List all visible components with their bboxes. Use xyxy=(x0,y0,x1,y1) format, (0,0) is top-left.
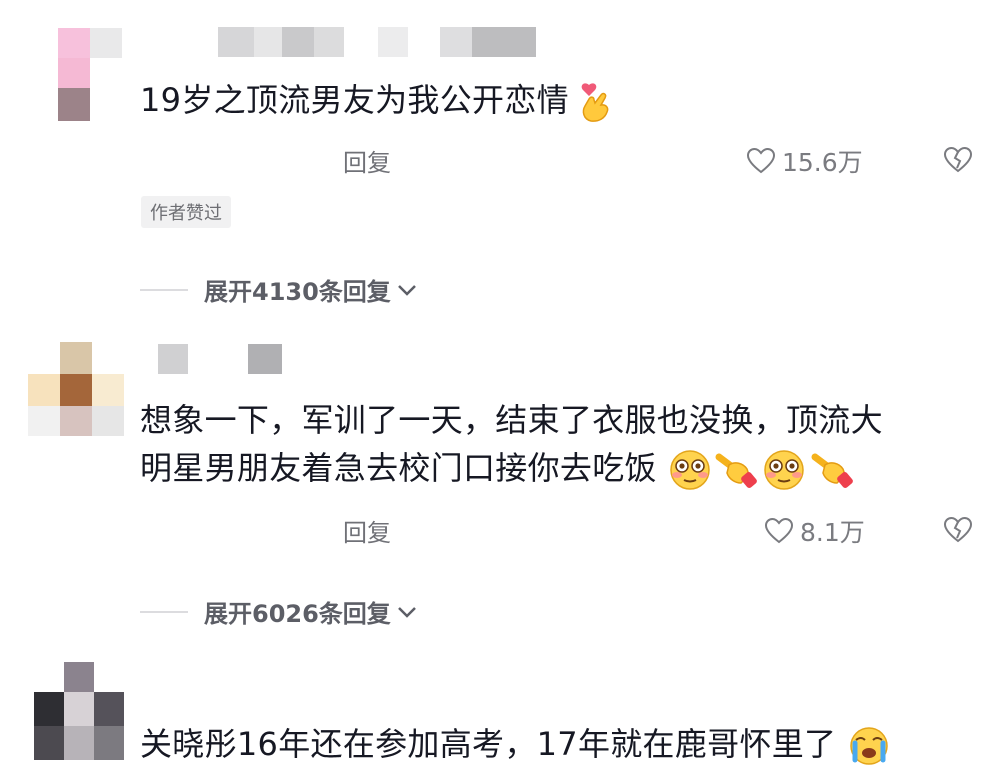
finger-heart-emoji xyxy=(582,83,609,122)
flushed-face-emoji xyxy=(670,450,711,490)
expand-replies-label: 展开4130条回复 xyxy=(204,278,391,306)
divider xyxy=(140,610,188,613)
pointing-hand-emoji xyxy=(715,453,758,488)
broken-heart-icon[interactable] xyxy=(943,146,973,174)
author-liked-badge: 作者赞过 xyxy=(141,196,231,228)
chevron-down-icon xyxy=(397,606,416,618)
expand-replies-label: 展开6026条回复 xyxy=(204,600,391,628)
username[interactable] xyxy=(158,342,288,376)
like-count: 15.6万 xyxy=(782,148,863,177)
avatar[interactable] xyxy=(34,662,126,762)
comment-text: 19岁之顶流男友为我公开恋情 xyxy=(140,78,613,123)
username[interactable] xyxy=(218,27,538,57)
broken-heart-icon[interactable] xyxy=(943,516,973,544)
reply-button[interactable]: 回复 xyxy=(343,513,391,548)
heart-outline-icon xyxy=(746,147,776,174)
heart-outline-icon xyxy=(764,517,794,544)
comment-text-line1: 想象一下，军训了一天，结束了衣服也没换，顶流大 xyxy=(140,401,883,439)
like-button[interactable]: 8.1万 xyxy=(764,513,865,549)
flushed-face-emoji xyxy=(764,450,805,490)
comment-text: 关晓彤16年还在参加高考，17年就在鹿哥怀里了 xyxy=(140,722,891,767)
divider xyxy=(140,288,188,291)
crying-face-emoji xyxy=(850,727,888,765)
pointing-hand-emoji xyxy=(811,453,854,488)
chevron-down-icon xyxy=(397,284,416,296)
reply-button[interactable]: 回复 xyxy=(343,143,391,178)
like-button[interactable]: 15.6万 xyxy=(746,143,863,179)
avatar[interactable] xyxy=(28,342,124,438)
avatar[interactable] xyxy=(58,28,122,123)
expand-replies-button[interactable]: 展开6026条回复 xyxy=(140,594,419,629)
comment-text-line2: 明星男朋友着急去校门口接你去吃饭 xyxy=(140,449,657,487)
like-count: 8.1万 xyxy=(800,518,865,547)
comment-text: 明星男朋友着急去校门口接你去吃饭 xyxy=(140,446,855,491)
expand-replies-button[interactable]: 展开4130条回复 xyxy=(140,272,419,307)
